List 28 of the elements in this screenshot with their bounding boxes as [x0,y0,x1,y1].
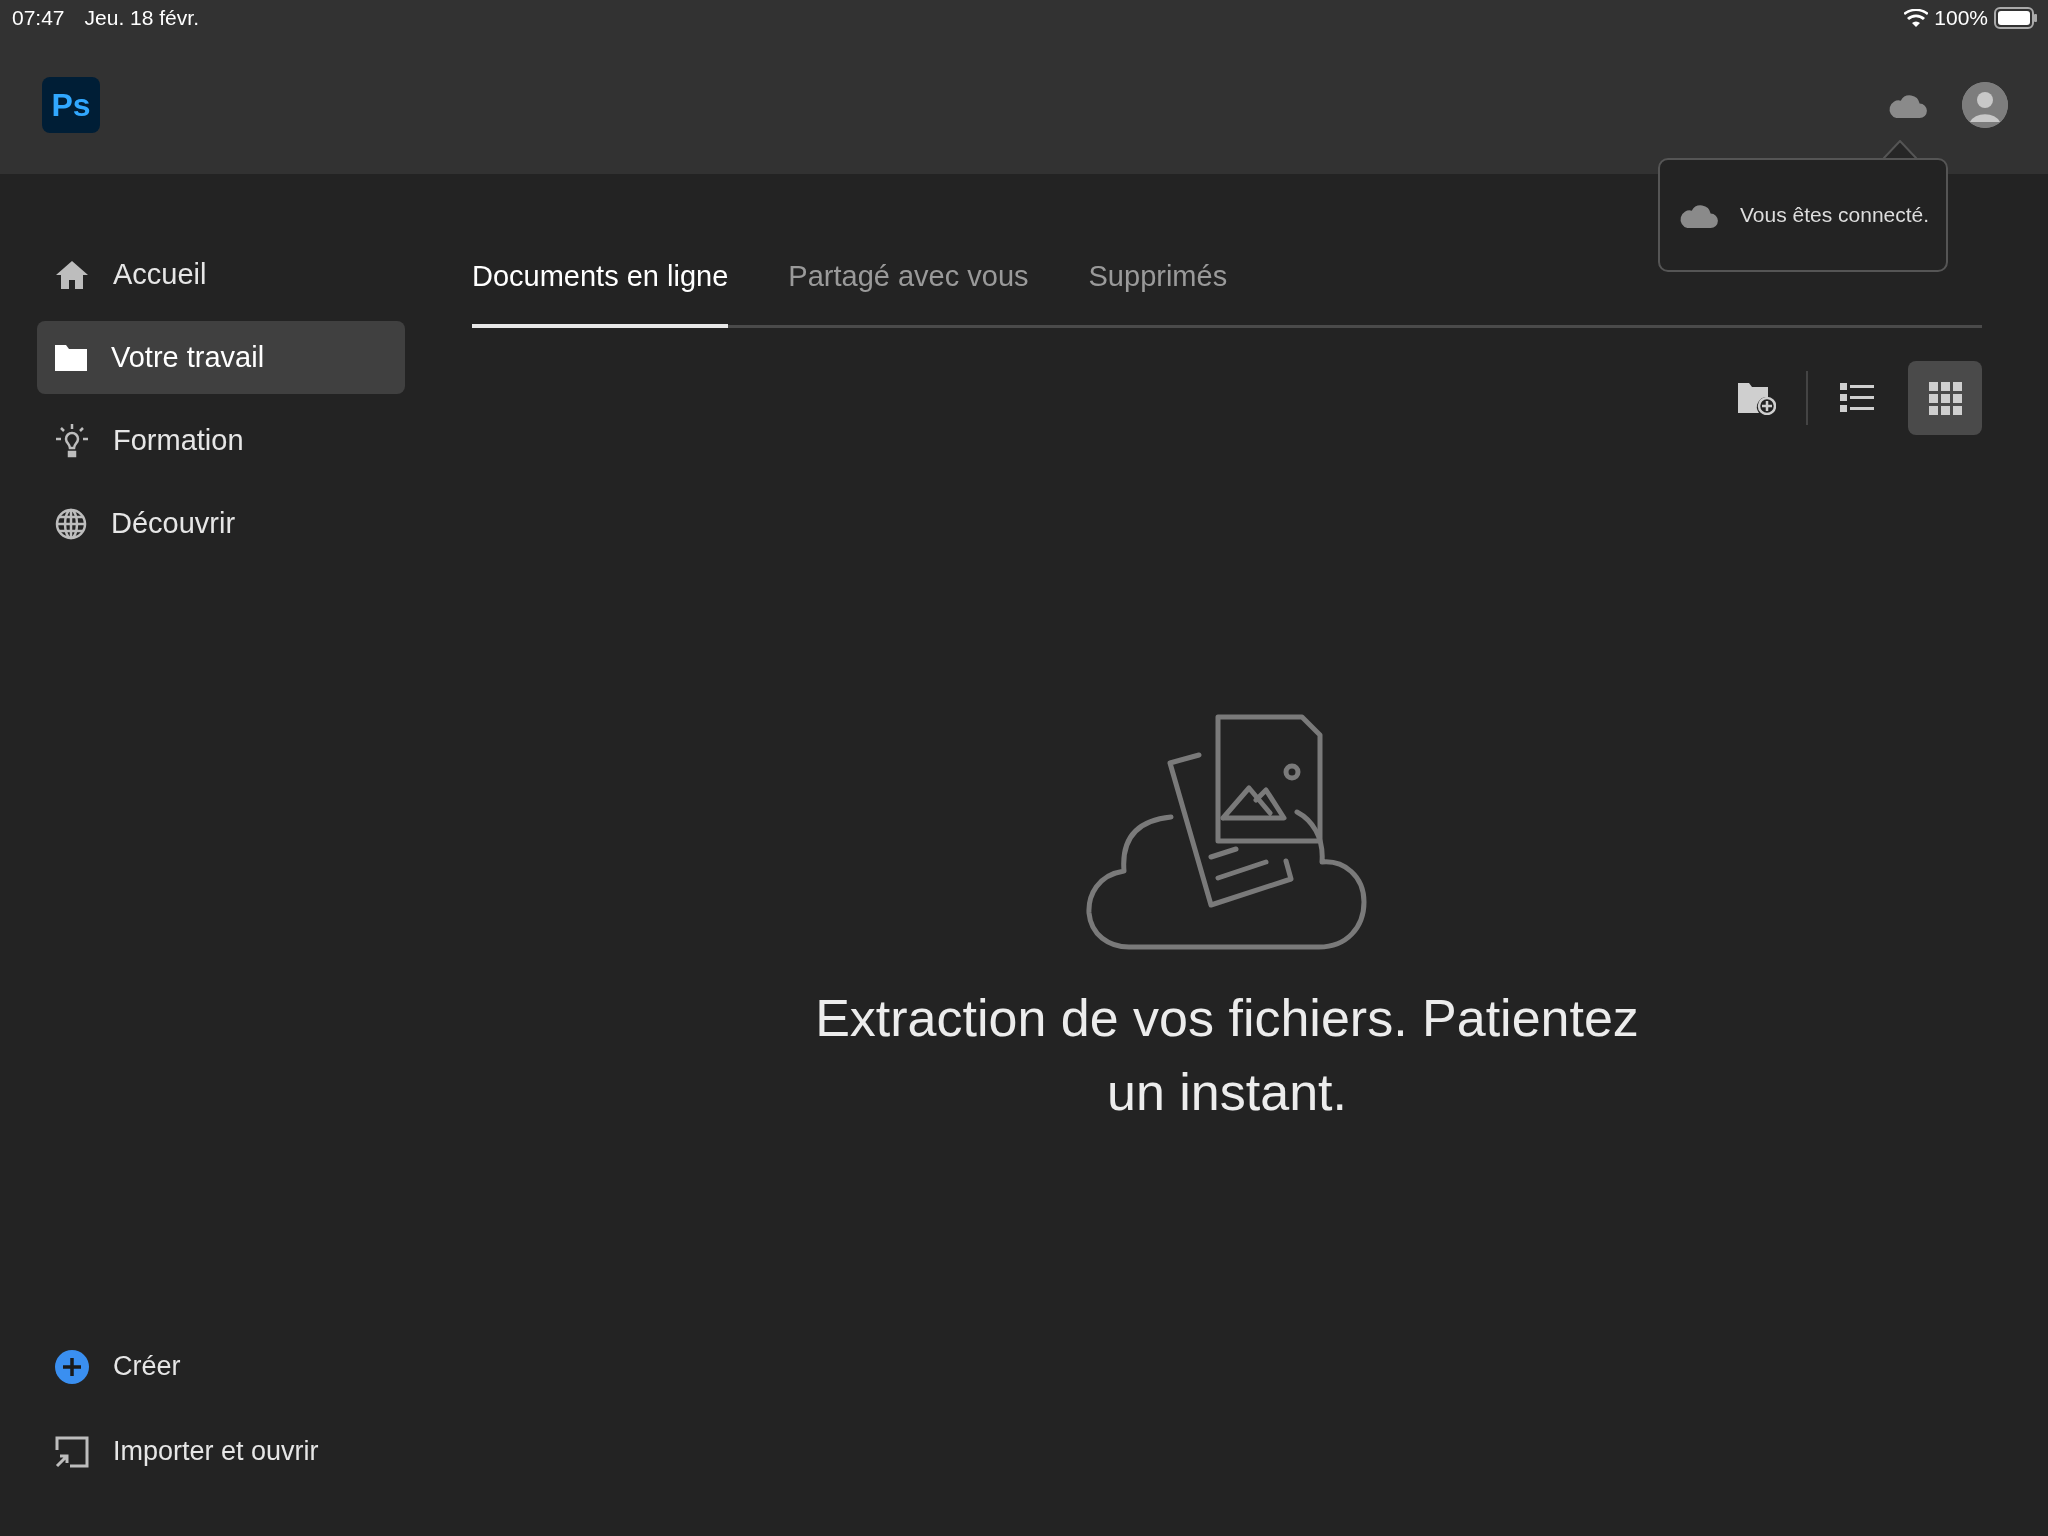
sidebar-action[interactable]: Importer et ouvrir [37,1415,405,1488]
sidebar-action[interactable]: Créer [37,1330,405,1403]
wifi-icon [1904,9,1929,27]
tab[interactable]: Documents en ligne [472,228,729,328]
tab[interactable]: Partagé avec vous [788,228,1029,328]
globe-icon [55,507,87,540]
sidebar-item[interactable]: Formation [37,404,405,477]
avatar[interactable] [1962,82,2008,128]
folder-icon [55,344,87,371]
app-logo: Ps [42,77,100,133]
tab[interactable]: Supprimés [1088,228,1228,328]
status-date: Jeu. 18 févr. [84,6,199,30]
plus-circle-icon [55,1349,89,1384]
battery-percentage: 100% [1934,6,1988,30]
grid-view-icon [1928,381,1962,415]
view-toggle[interactable] [1908,361,1982,435]
battery-icon [1994,7,2038,29]
list-view-icon [1840,383,1874,413]
tooltip-text: Vous êtes connecté. [1740,203,1930,227]
loading-message: Extraction de vos fichiers. Patientez un instant. [814,988,1640,1123]
lightbulb-icon [55,422,89,459]
import-icon [55,1435,89,1468]
sidebar-item[interactable]: Accueil [37,238,405,311]
folder-plus-icon [1738,381,1776,415]
sidebar-item[interactable]: Découvrir [37,487,405,560]
sidebar-item[interactable]: Votre travail [37,321,405,394]
home-icon [55,259,89,290]
status-time: 07:47 [12,6,65,30]
